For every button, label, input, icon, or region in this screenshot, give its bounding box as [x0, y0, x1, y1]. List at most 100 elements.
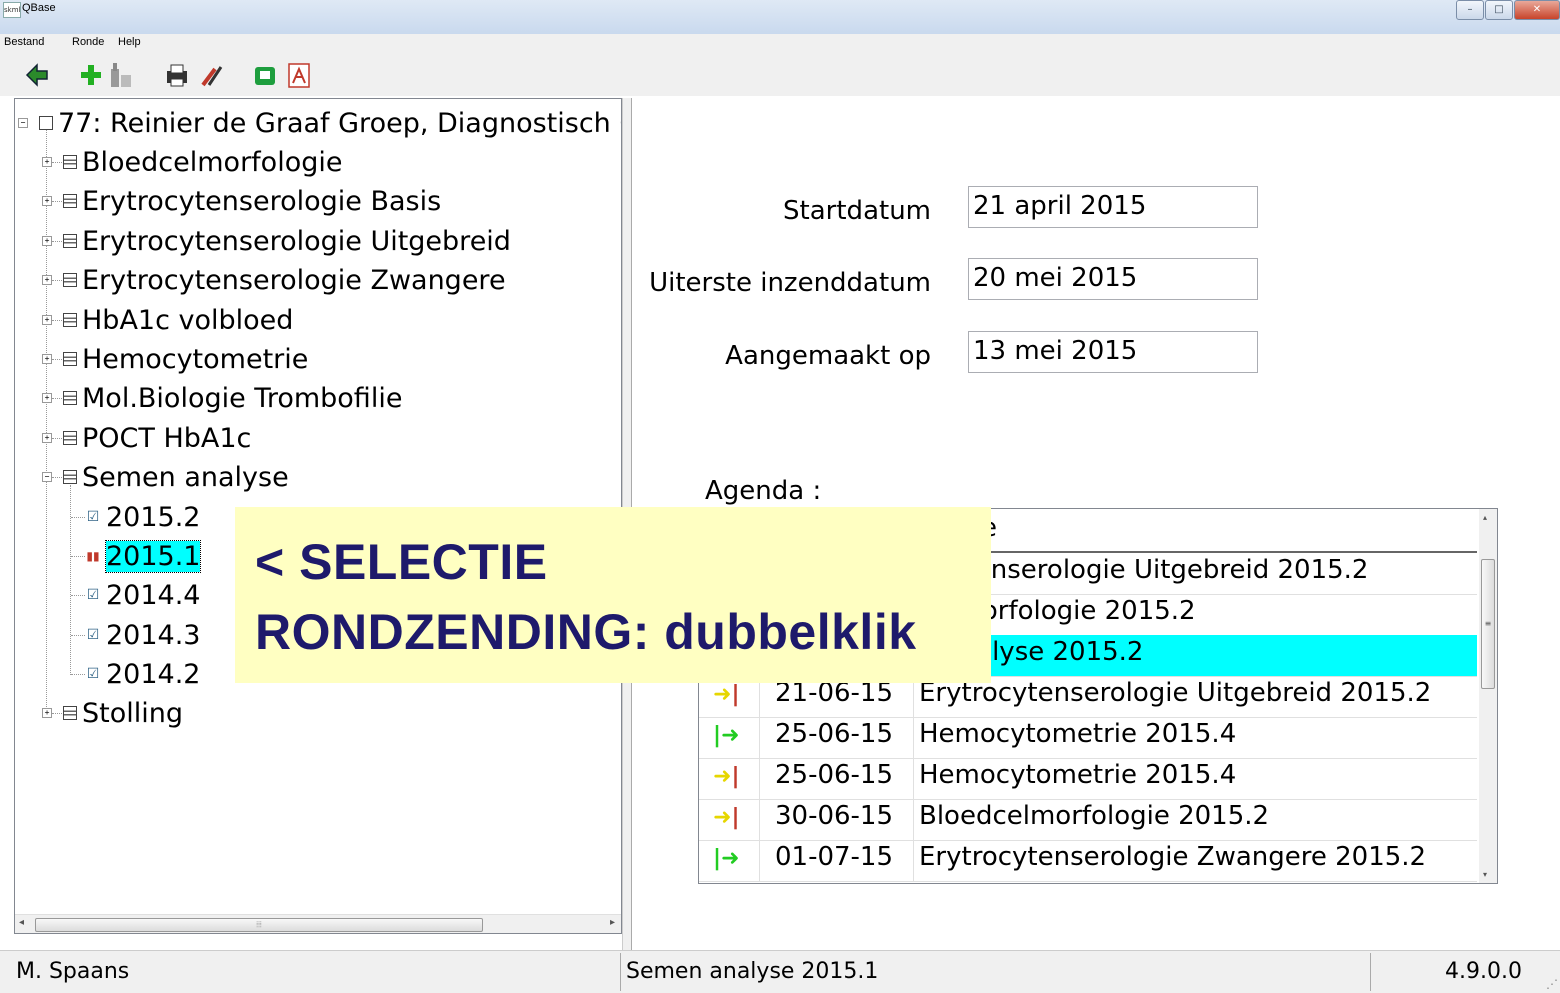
- agenda-row-name: Erytrocytenserologie Zwangere 2015.2: [919, 842, 1427, 872]
- pdf-icon[interactable]: [284, 60, 314, 90]
- tree-item-round[interactable]: ☑ 2014.3: [85, 618, 200, 652]
- agenda-row[interactable]: ➜| 25-06-15 Hemocytometrie 2015.4: [699, 758, 1477, 800]
- tree-item-semen-analyse[interactable]: Semen analyse: [63, 460, 289, 494]
- aangemaakt-field[interactable]: 13 mei 2015: [968, 331, 1258, 373]
- scroll-up-icon[interactable]: ▴: [1483, 513, 1487, 522]
- tree-root-label: 77: Reinier de Graaf Groep, Diagnostisch…: [58, 107, 622, 139]
- tree-item-erytrocytenserologie-zwangere[interactable]: Erytrocytenserologie Zwangere: [63, 263, 506, 297]
- exit-icon[interactable]: [22, 60, 52, 90]
- tree-item-label: 2015.2: [106, 501, 201, 533]
- active-round-icon: ▮▮: [85, 549, 101, 563]
- tree-item-round[interactable]: ☑ 2014.2: [85, 657, 200, 691]
- tree-item-round[interactable]: ☑ 2015.2: [85, 500, 200, 534]
- tree-item-mol-biologie-trombofilie[interactable]: Mol.Biologie Trombofilie: [63, 381, 402, 415]
- close-button[interactable]: ✕: [1514, 0, 1560, 20]
- tree-item-label: POCT HbA1c: [82, 422, 252, 454]
- maximize-button[interactable]: □: [1485, 0, 1513, 20]
- status-user: M. Spaans: [16, 959, 130, 984]
- print-icon[interactable]: [162, 60, 192, 90]
- deadline-icon: ➜|: [713, 682, 740, 707]
- scrollbar-thumb[interactable]: ≡: [1481, 559, 1495, 689]
- tree-item-hemocytometrie[interactable]: Hemocytometrie: [63, 342, 308, 376]
- minimize-button[interactable]: –: [1456, 0, 1484, 20]
- window-controls: – □ ✕: [1455, 0, 1560, 20]
- tree-root[interactable]: 77: Reinier de Graaf Groep, Diagnostisch…: [39, 106, 622, 140]
- scroll-down-icon[interactable]: ▾: [1483, 870, 1487, 879]
- tree-item-label: Stolling: [82, 697, 183, 729]
- deadline-icon: ➜|: [713, 805, 740, 830]
- status-bar: M. Spaans Semen analyse 2015.1 4.9.0.0 ⋰: [0, 950, 1560, 993]
- toolbar: [0, 52, 1560, 96]
- tree-item-erytrocytenserologie-uitgebreid[interactable]: Erytrocytenserologie Uitgebreid: [63, 224, 511, 258]
- startdatum-field[interactable]: 21 april 2015: [968, 186, 1258, 228]
- group-icon: [63, 706, 77, 720]
- round-icon: ☑: [85, 666, 101, 682]
- agenda-row-date: 01-07-15: [775, 842, 894, 872]
- agenda-row-name: Erytrocytenserologie Uitgebreid 2015.2: [919, 678, 1432, 708]
- aangemaakt-label: Aangemaakt op: [725, 341, 931, 371]
- agenda-row-date: 30-06-15: [775, 801, 894, 831]
- agenda-row-name: Hemocytometrie 2015.4: [919, 719, 1237, 749]
- round-icon: ☑: [85, 587, 101, 603]
- tree-item-hba1c-volbloed[interactable]: HbA1c volbloed: [63, 303, 293, 337]
- tree-item-label: Mol.Biologie Trombofilie: [82, 382, 403, 414]
- tree-item-poct-hba1c[interactable]: POCT HbA1c: [63, 421, 251, 455]
- expand-icon[interactable]: +: [42, 236, 52, 246]
- startdatum-label: Startdatum: [783, 196, 931, 226]
- add-icon[interactable]: [76, 60, 106, 90]
- menu-bestand[interactable]: Bestand: [4, 36, 44, 48]
- expand-icon[interactable]: +: [42, 708, 52, 718]
- agenda-row-date: 25-06-15: [775, 719, 894, 749]
- tree-item-round-selected[interactable]: ▮▮ 2015.1: [85, 539, 202, 573]
- tree-item-label: 2014.2: [106, 658, 201, 690]
- expand-icon[interactable]: +: [42, 433, 52, 443]
- tools-icon[interactable]: [198, 60, 228, 90]
- round-icon: ☑: [85, 509, 101, 525]
- resize-grip-icon[interactable]: ⋰: [1546, 977, 1558, 991]
- agenda-row-name: Bloedcelmorfologie 2015.2: [919, 801, 1270, 831]
- scrollbar-thumb[interactable]: ⦙⦙⦙: [35, 918, 483, 932]
- agenda-row[interactable]: |➜ 01-07-15 Erytrocytenserologie Zwanger…: [699, 840, 1477, 882]
- menu-help[interactable]: Help: [118, 36, 141, 48]
- agenda-vertical-scrollbar[interactable]: ▴ ≡ ▾: [1479, 509, 1497, 883]
- tree-item-label: 2014.3: [106, 619, 201, 651]
- group-icon: [63, 234, 77, 248]
- root-node-icon: [39, 116, 53, 130]
- menu-bar: Bestand Ronde Help: [0, 34, 1560, 52]
- group-icon: [63, 431, 77, 445]
- menu-ronde[interactable]: Ronde: [72, 36, 104, 48]
- tree-item-label: Bloedcelmorfologie: [82, 146, 343, 178]
- expand-icon[interactable]: +: [42, 354, 52, 364]
- expand-icon[interactable]: +: [42, 157, 52, 167]
- scroll-left-icon[interactable]: ◂: [19, 917, 24, 928]
- tree-item-stolling[interactable]: Stolling: [63, 696, 183, 730]
- tree-item-label: 2015.1: [104, 539, 202, 573]
- group-icon: [63, 391, 77, 405]
- factory-icon[interactable]: [106, 60, 136, 90]
- expand-icon[interactable]: +: [42, 393, 52, 403]
- app-icon: skml: [3, 2, 21, 18]
- group-icon: [63, 313, 77, 327]
- window-title: QBase: [22, 2, 56, 14]
- agenda-row[interactable]: ➜| 30-06-15 Bloedcelmorfologie 2015.2: [699, 799, 1477, 841]
- collapse-icon[interactable]: −: [42, 472, 52, 482]
- group-icon: [63, 155, 77, 169]
- group-icon: [63, 470, 77, 484]
- export-icon[interactable]: [250, 60, 280, 90]
- scroll-right-icon[interactable]: ▸: [610, 917, 615, 928]
- inzenddatum-field[interactable]: 20 mei 2015: [968, 258, 1258, 300]
- group-icon: [63, 273, 77, 287]
- tree-horizontal-scrollbar[interactable]: ◂ ⦙⦙⦙ ▸: [15, 914, 621, 933]
- agenda-row[interactable]: |➜ 25-06-15 Hemocytometrie 2015.4: [699, 717, 1477, 759]
- expand-icon[interactable]: +: [42, 315, 52, 325]
- tree-item-round[interactable]: ☑ 2014.4: [85, 578, 200, 612]
- tree-item-label: 2014.4: [106, 579, 201, 611]
- expand-icon[interactable]: +: [42, 196, 52, 206]
- root-collapse-icon[interactable]: −: [18, 118, 28, 128]
- group-icon: [63, 194, 77, 208]
- tree-item-label: Semen analyse: [82, 461, 289, 493]
- expand-icon[interactable]: +: [42, 275, 52, 285]
- title-bar: skml QBase – □ ✕: [0, 0, 1560, 34]
- tree-item-erytrocytenserologie-basis[interactable]: Erytrocytenserologie Basis: [63, 184, 441, 218]
- tree-item-bloedcelmorfologie[interactable]: Bloedcelmorfologie: [63, 145, 342, 179]
